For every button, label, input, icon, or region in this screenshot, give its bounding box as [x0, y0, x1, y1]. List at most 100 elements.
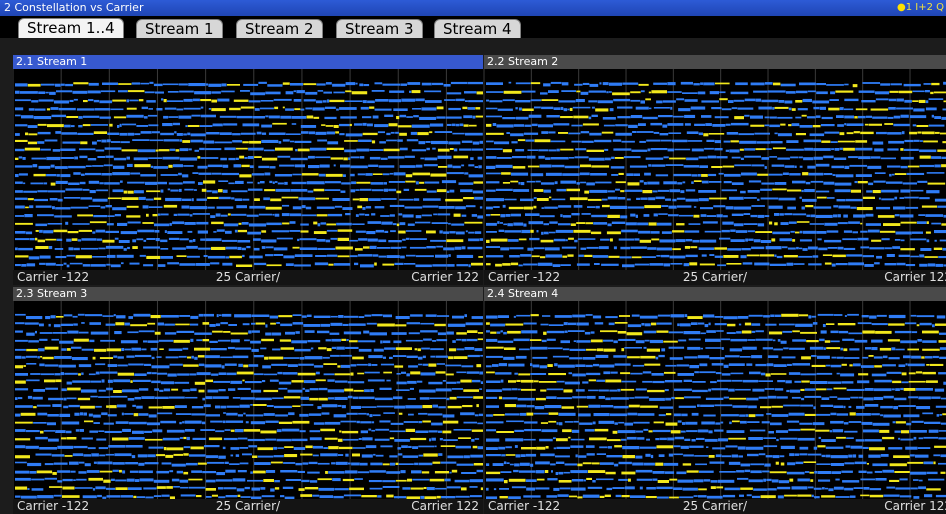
constellation-point: [490, 323, 505, 327]
constellation-point: [592, 462, 600, 465]
constellation-point: [186, 255, 200, 258]
constellation-point: [203, 140, 215, 144]
constellation-point: [104, 147, 122, 150]
constellation-point: [909, 115, 927, 119]
constellation-point: [456, 396, 473, 399]
constellation-point: [760, 406, 772, 409]
constellation-point: [862, 255, 874, 258]
constellation-point: [470, 495, 482, 498]
constellation-point: [765, 455, 773, 458]
constellation-point: [317, 462, 330, 465]
constellation-point: [587, 206, 596, 208]
constellation-point: [80, 197, 93, 200]
constellation-point: [798, 255, 813, 258]
constellation-plot[interactable]: [484, 69, 946, 270]
constellation-point: [829, 430, 832, 433]
constellation-point: [509, 247, 524, 250]
constellation-point: [469, 479, 483, 483]
panel-stream-4[interactable]: 2.4 Stream 4 25 Carrier/ Carrier -122 Ca…: [484, 287, 946, 514]
constellation-point: [511, 172, 529, 176]
constellation-point: [526, 405, 535, 408]
trace-indicator[interactable]: ●1 I+2 Q: [897, 0, 944, 16]
constellation-point: [595, 181, 612, 184]
constellation-point: [37, 190, 48, 193]
constellation-point: [665, 164, 684, 166]
constellation-point: [676, 223, 685, 226]
constellation-point: [389, 462, 396, 466]
constellation-point: [757, 198, 760, 201]
constellation-point: [215, 213, 221, 217]
constellation-point: [20, 412, 36, 416]
constellation-point: [939, 347, 946, 350]
constellation-point: [531, 123, 538, 127]
panel-stream-2[interactable]: 2.2 Stream 2 25 Carrier/ Carrier -122 Ca…: [484, 55, 946, 285]
constellation-point: [324, 437, 338, 440]
constellation-point: [298, 488, 305, 491]
panel-stream-1[interactable]: 2.1 Stream 1 25 Carrier/ Carrier -122 Ca…: [13, 55, 483, 285]
constellation-point: [315, 371, 320, 375]
tab-stream-1[interactable]: Stream 1: [136, 19, 223, 38]
constellation-point: [38, 165, 51, 169]
constellation-point: [635, 106, 649, 110]
constellation-point: [931, 114, 934, 118]
constellation-point: [669, 478, 678, 481]
constellation-point: [544, 405, 562, 409]
panel-stream-3[interactable]: 2.3 Stream 3 25 Carrier/ Carrier -122 Ca…: [13, 287, 483, 514]
constellation-point: [48, 323, 51, 327]
constellation-point: [436, 363, 445, 365]
constellation-point: [598, 396, 605, 399]
constellation-point: [753, 239, 761, 243]
constellation-point: [872, 116, 888, 119]
constellation-point: [242, 123, 260, 127]
constellation-point: [882, 469, 895, 473]
tab-stream-4[interactable]: Stream 4: [434, 19, 521, 38]
constellation-point: [443, 84, 451, 87]
constellation-point: [443, 231, 449, 234]
constellation-plot[interactable]: [13, 69, 483, 270]
constellation-point: [905, 363, 908, 366]
constellation-point: [812, 100, 830, 104]
constellation-point: [304, 356, 323, 360]
constellation-point: [560, 106, 564, 110]
constellation-point: [71, 238, 78, 241]
constellation-point: [582, 82, 590, 85]
constellation-point: [467, 107, 475, 110]
constellation-point: [135, 479, 140, 482]
tab-stream-2[interactable]: Stream 2: [236, 19, 323, 38]
constellation-point: [896, 262, 906, 266]
tab-stream-1-4[interactable]: Stream 1..4: [18, 18, 124, 38]
constellation-point: [830, 463, 845, 466]
constellation-point: [500, 330, 503, 333]
constellation-point: [63, 405, 69, 409]
constellation-point: [121, 262, 124, 265]
constellation-point: [656, 255, 661, 257]
constellation-point: [823, 155, 834, 159]
constellation-point: [403, 421, 419, 423]
constellation-point: [768, 431, 774, 434]
constellation-point: [598, 246, 609, 250]
constellation-point: [495, 188, 513, 191]
constellation-point: [934, 198, 946, 202]
constellation-point: [880, 157, 896, 160]
constellation-point: [741, 172, 757, 176]
constellation-point: [25, 132, 29, 136]
constellation-point: [662, 100, 676, 103]
constellation-point: [623, 156, 641, 159]
constellation-point: [900, 148, 904, 151]
constellation-point: [225, 256, 229, 259]
constellation-point: [576, 182, 580, 185]
constellation-plot[interactable]: [13, 301, 483, 499]
constellation-point: [486, 198, 504, 202]
constellation-point: [80, 405, 95, 409]
constellation-plot[interactable]: [484, 301, 946, 499]
constellation-point: [912, 231, 923, 234]
constellation-point: [260, 107, 274, 110]
constellation-point: [781, 313, 799, 317]
constellation-point: [150, 165, 153, 168]
tab-stream-3[interactable]: Stream 3: [336, 19, 423, 38]
constellation-point: [244, 339, 250, 342]
constellation-point: [346, 339, 349, 342]
constellation-point: [55, 256, 67, 259]
constellation-point: [261, 338, 274, 342]
constellation-point: [29, 205, 34, 209]
